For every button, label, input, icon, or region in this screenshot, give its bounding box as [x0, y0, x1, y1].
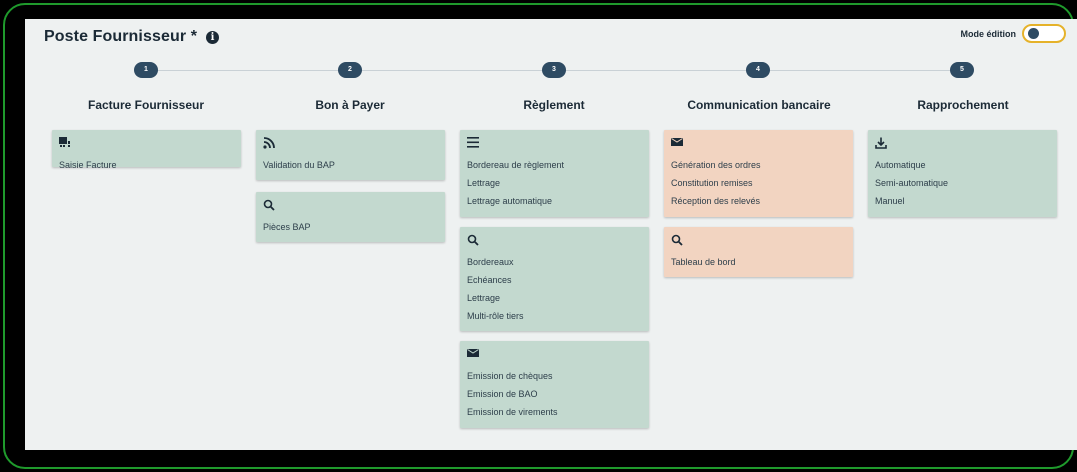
card-tableau-de-bord[interactable]: Tableau de bord — [664, 227, 853, 277]
menu-item-manuel[interactable]: Manuel — [875, 192, 1050, 210]
step-badge-4: 4 — [746, 62, 770, 78]
info-icon[interactable]: i — [206, 30, 220, 44]
menu-item-tableau-de-bord[interactable]: Tableau de bord — [671, 253, 846, 271]
step-badge-5: 5 — [950, 62, 974, 78]
card-emission[interactable]: Emission de chèques Emission de BAO Emis… — [460, 341, 649, 428]
menu-item-pieces-bap[interactable]: Pièces BAP — [263, 218, 438, 236]
search-icon — [671, 234, 685, 248]
mail-icon — [467, 348, 481, 362]
card-generation-ordres[interactable]: Génération des ordres Constitution remis… — [664, 130, 853, 217]
menu-item-lettrage-automatique[interactable]: Lettrage automatique — [467, 192, 642, 210]
search-icon — [467, 234, 481, 248]
page-header: Poste Fournisseur * i — [44, 26, 220, 48]
page-title: Poste Fournisseur * — [44, 28, 198, 45]
card-validation[interactable]: Validation du BAP — [256, 130, 445, 180]
mode-edition: Mode édition — [960, 24, 1066, 43]
menu-icon — [467, 137, 481, 151]
menu-item-emission-bao[interactable]: Emission de BAO — [467, 385, 642, 403]
menu-item-lettrage[interactable]: Lettrage — [467, 174, 642, 192]
column-title-rapprochement: Rapprochement — [917, 98, 1009, 112]
rss-icon — [263, 137, 277, 151]
main-panel: Poste Fournisseur * i Mode édition 1 2 3… — [25, 19, 1077, 450]
menu-item-emission-virements[interactable]: Emission de virements — [467, 403, 642, 421]
search-icon — [263, 199, 277, 213]
menu-item-lettrage-consult[interactable]: Lettrage — [467, 289, 642, 307]
menu-item-automatique[interactable]: Automatique — [875, 156, 1050, 174]
step-badge-3: 3 — [542, 62, 566, 78]
column-title-reglement: Règlement — [523, 98, 585, 112]
menu-item-saisie-facture[interactable]: Saisie Facture — [59, 156, 234, 174]
column-title-facture-fournisseur: Facture Fournisseur — [87, 98, 205, 112]
menu-item-constitution-remises[interactable]: Constitution remises — [671, 174, 846, 192]
menu-item-emission-cheques[interactable]: Emission de chèques — [467, 367, 642, 385]
card-rapprochement[interactable]: Automatique Semi-automatique Manuel — [868, 130, 1057, 217]
window-frame: Poste Fournisseur * i Mode édition 1 2 3… — [3, 3, 1077, 469]
mode-edition-toggle[interactable] — [1022, 24, 1066, 43]
mode-edition-label: Mode édition — [960, 28, 1017, 39]
menu-item-echeances[interactable]: Echéances — [467, 271, 642, 289]
menu-item-multi-role-tiers[interactable]: Multi-rôle tiers — [467, 307, 642, 325]
step-badge-1: 1 — [134, 62, 158, 78]
card-bordereau[interactable]: Bordereau de règlement Lettrage Lettrage… — [460, 130, 649, 217]
invoice-icon — [59, 137, 73, 151]
menu-item-reception-releves[interactable]: Réception des relevés — [671, 192, 846, 210]
download-icon — [875, 137, 889, 151]
menu-item-validation-bap[interactable]: Validation du BAP — [263, 156, 438, 174]
column-title-communication-bancaire: Communication bancaire — [687, 98, 831, 112]
card-saisie[interactable]: Saisie Facture — [52, 130, 241, 170]
toggle-knob — [1028, 28, 1039, 39]
card-consultation-reglement[interactable]: Bordereaux Echéances Lettrage Multi-rôle… — [460, 227, 649, 331]
menu-item-semi-automatique[interactable]: Semi-automatique — [875, 174, 1050, 192]
column-title-bon-a-payer: Bon à Payer — [315, 98, 385, 112]
step-badge-2: 2 — [338, 62, 362, 78]
mail-icon — [671, 137, 685, 151]
menu-item-bordereaux[interactable]: Bordereaux — [467, 253, 642, 271]
menu-item-bordereau-reglement[interactable]: Bordereau de règlement — [467, 156, 642, 174]
card-pieces-bap[interactable]: Pièces BAP — [256, 192, 445, 242]
menu-item-generation-ordres[interactable]: Génération des ordres — [671, 156, 846, 174]
